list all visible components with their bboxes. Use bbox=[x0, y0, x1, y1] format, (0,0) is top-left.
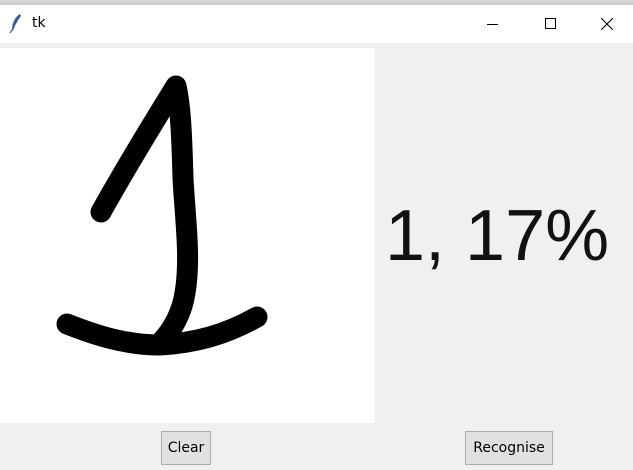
app-window: tk 1, 17% Clear Recognise bbox=[0, 0, 633, 470]
recognise-button[interactable]: Recognise bbox=[465, 431, 553, 465]
minimize-icon bbox=[487, 24, 498, 25]
title-bar[interactable]: tk bbox=[0, 5, 633, 43]
maximize-button[interactable] bbox=[522, 5, 580, 43]
maximize-icon bbox=[545, 18, 556, 29]
handwritten-stroke bbox=[56, 75, 268, 356]
window-title: tk bbox=[32, 15, 46, 31]
feather-icon bbox=[9, 14, 21, 33]
clear-button[interactable]: Clear bbox=[161, 431, 211, 465]
close-button[interactable] bbox=[580, 5, 633, 43]
prediction-label: 1, 17% bbox=[385, 196, 610, 276]
close-icon bbox=[600, 18, 613, 30]
drawing-canvas[interactable] bbox=[0, 48, 375, 423]
minimize-button[interactable] bbox=[464, 5, 522, 43]
